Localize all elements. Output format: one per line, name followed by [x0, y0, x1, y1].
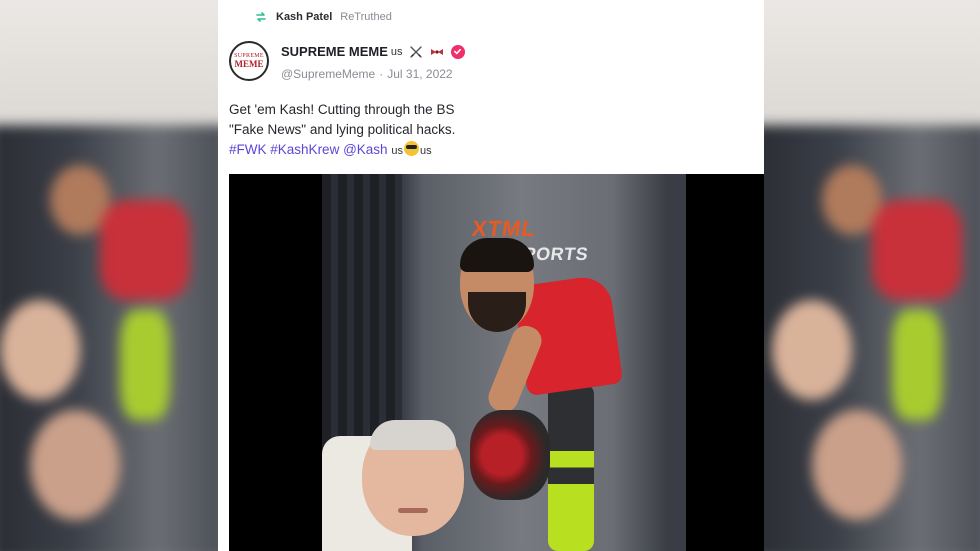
verified-badge-icon	[450, 44, 465, 59]
player-head	[460, 238, 534, 332]
bowtie-icon	[430, 48, 443, 55]
mention-kash[interactable]: @Kash	[343, 142, 387, 157]
hashtag-kashkrew[interactable]: #KashKrew	[270, 142, 339, 157]
author-display-name[interactable]: SUPREME MEME	[281, 44, 388, 59]
meta-separator: ·	[379, 67, 384, 81]
post-tags-line: #FWK #KashKrew @Kash us us	[229, 140, 749, 161]
crossed-swords-icon	[409, 45, 422, 58]
author-meta: @SupremeMeme · Jul 31, 2022	[281, 67, 453, 81]
retruth-header[interactable]: Kash Patel ReTruthed	[254, 9, 392, 25]
pasted-face	[362, 420, 464, 536]
post-text-line-2: "Fake News" and lying political hacks.	[229, 122, 456, 137]
post-date[interactable]: Jul 31, 2022	[387, 67, 452, 81]
blurred-background-left	[0, 0, 218, 551]
player-legs	[548, 384, 594, 551]
author-row: SUPREME MEME us	[281, 44, 465, 59]
post-video[interactable]: XTML TORSPORTS	[229, 174, 764, 551]
author-handle[interactable]: @SupremeMeme	[281, 67, 375, 81]
trail-us-1: us	[391, 145, 403, 157]
sunglasses-emoji-icon	[403, 141, 419, 156]
author-name-suffix: us	[390, 45, 403, 58]
blurred-background-right	[762, 0, 980, 551]
avatar-text-bottom: MEME	[234, 59, 264, 69]
video-frame: XTML TORSPORTS	[322, 174, 686, 551]
retruth-user-name[interactable]: Kash Patel	[276, 11, 332, 23]
avatar[interactable]: SUPREME MEME	[229, 41, 269, 81]
retruth-icon	[256, 12, 266, 22]
chainsaw	[470, 410, 550, 500]
hashtag-fwk[interactable]: #FWK	[229, 142, 267, 157]
trail-us-2: us	[419, 145, 432, 157]
post-text-line-1: Get 'em Kash! Cutting through the BS	[229, 102, 455, 117]
stage-curtain	[322, 174, 402, 454]
post-card: Kash Patel ReTruthed SUPREME MEME SUPREM…	[218, 0, 764, 551]
retruth-label: ReTruthed	[340, 11, 392, 23]
post-text: Get 'em Kash! Cutting through the BS "Fa…	[229, 100, 749, 161]
